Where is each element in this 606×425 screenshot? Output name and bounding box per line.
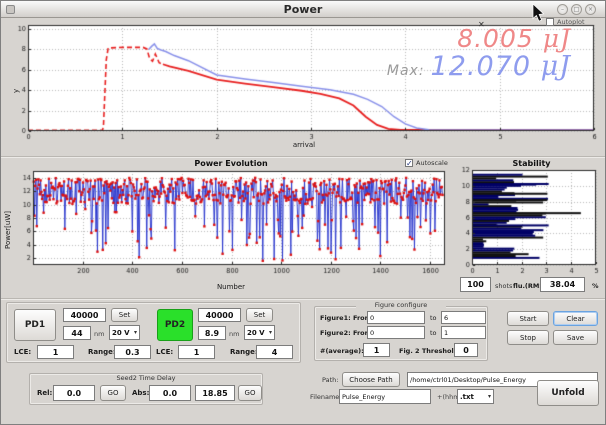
pd1-lce-label: LCE: xyxy=(14,348,31,356)
current-energy-value: 8.005 xyxy=(457,24,534,53)
average-input[interactable] xyxy=(363,343,390,357)
autoscale-label: Autoscale xyxy=(416,159,448,167)
energy-plot-ylabel: y xyxy=(12,89,20,93)
autoplot-checkbox[interactable]: Autoplot xyxy=(546,18,585,26)
choose-path-button[interactable]: Choose Path xyxy=(342,372,400,387)
pd2-range-input[interactable] xyxy=(256,345,293,359)
power-evolution-ylabel: Power[uW] xyxy=(4,211,12,249)
clear-button[interactable]: Clear xyxy=(553,311,598,326)
abs-go-button[interactable]: GO xyxy=(238,385,262,401)
fig2-from-input[interactable] xyxy=(367,326,425,339)
stability-title: Stability xyxy=(459,159,604,168)
section-divider-bottom xyxy=(1,298,605,300)
abs-readback-input[interactable] xyxy=(195,385,235,401)
figure-configure-title: Figure configure xyxy=(356,301,446,309)
fig1-to-input[interactable] xyxy=(441,311,486,324)
seed2-title: Seed2 Time Delay xyxy=(29,374,263,382)
filename-label: Filename: xyxy=(310,393,342,401)
fig2-to-input[interactable] xyxy=(441,326,486,339)
pd2-voltage-select[interactable]: 20 V ▾ xyxy=(244,325,275,340)
minimize-icon[interactable]: – xyxy=(557,4,568,15)
rel-input[interactable] xyxy=(53,385,95,401)
autoscale-checkbox-box: ✓ xyxy=(405,159,413,167)
stop-button[interactable]: Stop xyxy=(507,330,549,345)
average-label: #(average): xyxy=(320,347,364,355)
autoscale-checkbox[interactable]: ✓ Autoscale xyxy=(405,159,448,167)
pd1-voltage-select[interactable]: 20 V ▾ xyxy=(109,325,140,340)
percent-label: % xyxy=(592,282,599,290)
window-title: Power xyxy=(1,3,605,16)
pd2-wavelength-input[interactable] xyxy=(198,326,226,340)
pd1-button[interactable]: PD1 xyxy=(14,309,56,341)
threshold-label: Fig. 2 Threshold: xyxy=(399,347,461,355)
pd2-range-label: Range: xyxy=(230,348,258,356)
titlebar[interactable]: Power – □ × xyxy=(1,1,605,18)
fig1-from-input[interactable] xyxy=(367,311,425,324)
chevron-down-icon: ▾ xyxy=(269,329,272,336)
start-button[interactable]: Start xyxy=(507,311,549,326)
path-label: Path: xyxy=(322,376,338,384)
pd2-lce-input[interactable] xyxy=(178,345,215,359)
fig1-to-label: to xyxy=(430,314,437,322)
autoplot-checkbox-box xyxy=(546,18,554,26)
pd2-set-button[interactable]: Set xyxy=(246,308,273,322)
threshold-input[interactable] xyxy=(454,343,478,357)
max-energy-unit: μJ xyxy=(541,51,571,82)
pd1-range-label: Range: xyxy=(88,348,116,356)
extension-value: .txt xyxy=(460,393,474,401)
pd1-freq-input[interactable] xyxy=(63,308,106,322)
chevron-down-icon: ▾ xyxy=(488,393,491,400)
maximize-icon[interactable]: □ xyxy=(571,4,582,15)
pd2-nm-label: nm xyxy=(229,330,239,338)
power-window: Power – □ × y arrival 8.005 μJ Max: 12.07… xyxy=(0,0,606,425)
abs-label: Abs: xyxy=(132,389,149,397)
power-evolution-plot[interactable] xyxy=(9,158,453,292)
fig1-from-label: Figure1: From xyxy=(320,314,371,322)
shots-label: shots xyxy=(495,282,512,290)
power-evolution-title: Power Evolution xyxy=(9,159,453,168)
pd2-button[interactable]: PD2 xyxy=(157,309,193,341)
max-label: Max: xyxy=(387,63,425,79)
unfold-button[interactable]: Unfold xyxy=(537,380,599,406)
current-energy-unit: μJ xyxy=(543,24,571,53)
pd2-lce-label: LCE: xyxy=(156,348,173,356)
datatip-x-icon: ✕ xyxy=(478,20,485,29)
save-button[interactable]: Save xyxy=(553,330,598,345)
fig2-to-label: to xyxy=(430,329,437,337)
pd1-nm-label: nm xyxy=(94,330,104,338)
abs-input[interactable] xyxy=(149,385,191,401)
pd2-freq-input[interactable] xyxy=(198,308,241,322)
pd1-lce-input[interactable] xyxy=(37,345,74,359)
rel-go-button[interactable]: GO xyxy=(100,385,126,401)
pd1-set-button[interactable]: Set xyxy=(111,308,138,322)
max-energy-value: 12.070 xyxy=(431,51,531,82)
shots-input[interactable] xyxy=(460,277,491,292)
extension-select[interactable]: .txt ▾ xyxy=(457,389,494,404)
mouse-cursor-icon xyxy=(532,3,546,23)
rel-label: Rel: xyxy=(37,389,52,397)
pd1-range-input[interactable] xyxy=(114,345,151,359)
autoplot-label: Autoplot xyxy=(557,18,585,26)
close-icon[interactable]: × xyxy=(585,4,596,15)
filename-input[interactable] xyxy=(339,389,431,404)
pd2-voltage-value: 20 V xyxy=(247,329,265,337)
max-energy-readout: Max: 12.070 μJ xyxy=(387,51,571,82)
pd1-wavelength-input[interactable] xyxy=(63,326,91,340)
fig2-from-label: Figure2: From xyxy=(320,329,371,337)
rms-input[interactable] xyxy=(540,277,585,292)
pd1-voltage-value: 20 V xyxy=(112,329,130,337)
stability-plot[interactable] xyxy=(459,158,604,292)
energy-plot-xlabel: arrival xyxy=(4,141,604,149)
chevron-down-icon: ▾ xyxy=(134,329,137,336)
power-evolution-xlabel: Number xyxy=(9,283,453,291)
current-energy-readout: 8.005 μJ xyxy=(457,24,571,53)
